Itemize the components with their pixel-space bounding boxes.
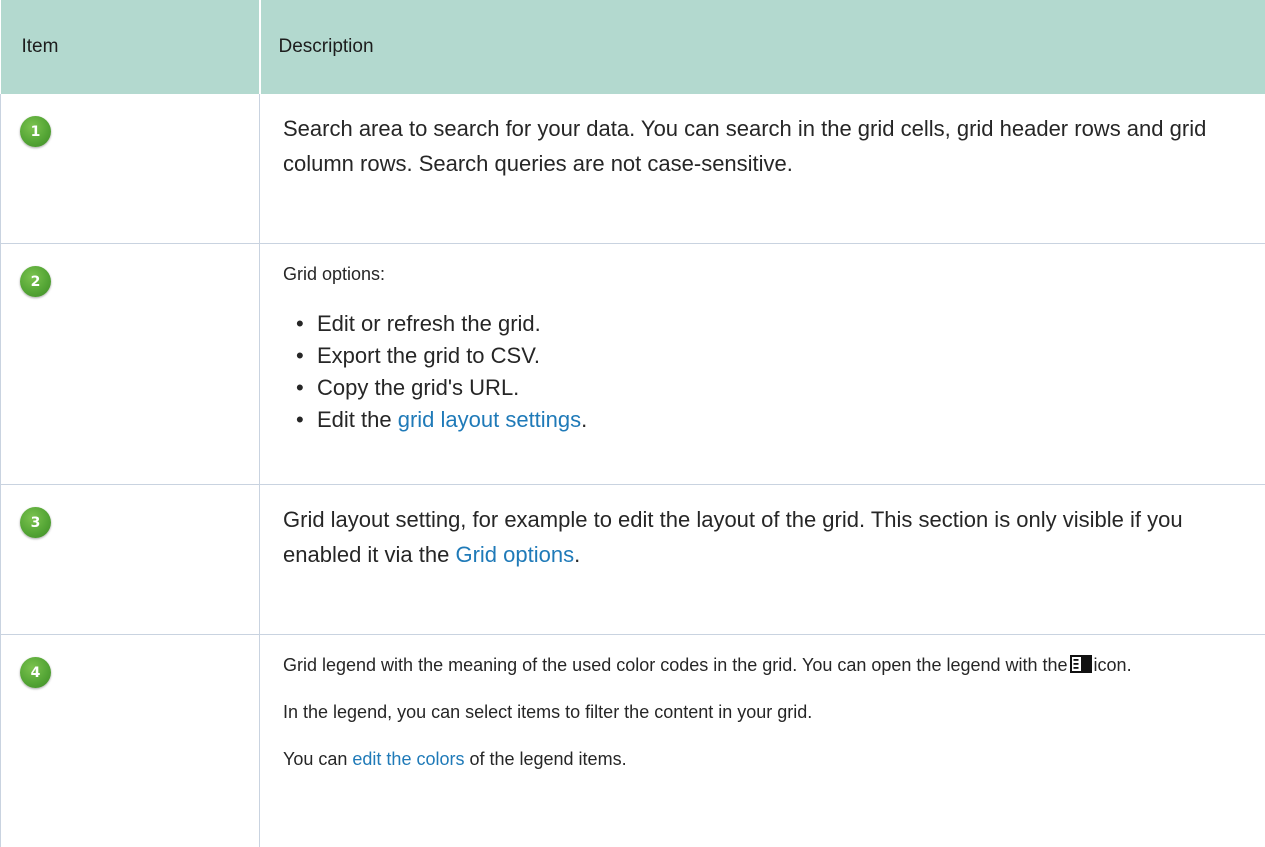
table-row: 1 Search area to search for your data. Y… [1, 94, 1265, 244]
edit-colors-link[interactable]: edit the colors [352, 749, 464, 769]
grid-options-link[interactable]: Grid options [455, 542, 574, 567]
number-badge-4: 4 [20, 657, 51, 688]
list-item: Edit the grid layout settings. [317, 404, 1237, 436]
description-text: . [574, 542, 580, 567]
paragraph-text: of the legend items. [464, 749, 626, 769]
description-table: Item Description 1 Search area to search… [0, 0, 1265, 847]
description-cell: Grid layout setting, for example to edit… [260, 485, 1265, 635]
header-item: Item [1, 0, 260, 94]
paragraph-text: Grid legend with the meaning of the used… [283, 655, 1068, 675]
paragraph-text: icon. [1094, 655, 1132, 675]
number-badge-1: 1 [20, 116, 51, 147]
description-cell: Grid options: Edit or refresh the grid. … [260, 244, 1265, 485]
table-header-row: Item Description [1, 0, 1265, 94]
table-row: 2 Grid options: Edit or refresh the grid… [1, 244, 1265, 485]
table-row: 4 Grid legend with the meaning of the us… [1, 635, 1265, 847]
legend-icon [1070, 654, 1092, 672]
legend-filter-paragraph: In the legend, you can select items to f… [283, 699, 1237, 726]
description-text: Grid layout setting, for example to edit… [283, 507, 1183, 567]
description-cell: Search area to search for your data. You… [260, 94, 1265, 244]
paragraph-text: You can [283, 749, 352, 769]
legend-paragraph: Grid legend with the meaning of the used… [283, 652, 1237, 679]
grid-options-list: Edit or refresh the grid. Export the gri… [283, 308, 1237, 436]
item-cell: 1 [1, 94, 260, 244]
bullet-text: Edit the [317, 407, 398, 432]
list-item: Edit or refresh the grid. [317, 308, 1237, 340]
item-cell: 3 [1, 485, 260, 635]
item-cell: 2 [1, 244, 260, 485]
grid-options-intro: Grid options: [283, 261, 1237, 288]
legend-colors-paragraph: You can edit the colors of the legend it… [283, 746, 1237, 773]
bullet-text: . [581, 407, 587, 432]
list-item: Export the grid to CSV. [317, 340, 1237, 372]
description-cell: Grid legend with the meaning of the used… [260, 635, 1265, 847]
list-item: Copy the grid's URL. [317, 372, 1237, 404]
item-cell: 4 [1, 635, 260, 847]
header-description: Description [260, 0, 1265, 94]
grid-layout-settings-link[interactable]: grid layout settings [398, 407, 581, 432]
number-badge-3: 3 [20, 507, 51, 538]
number-badge-2: 2 [20, 266, 51, 297]
table-row: 3 Grid layout setting, for example to ed… [1, 485, 1265, 635]
